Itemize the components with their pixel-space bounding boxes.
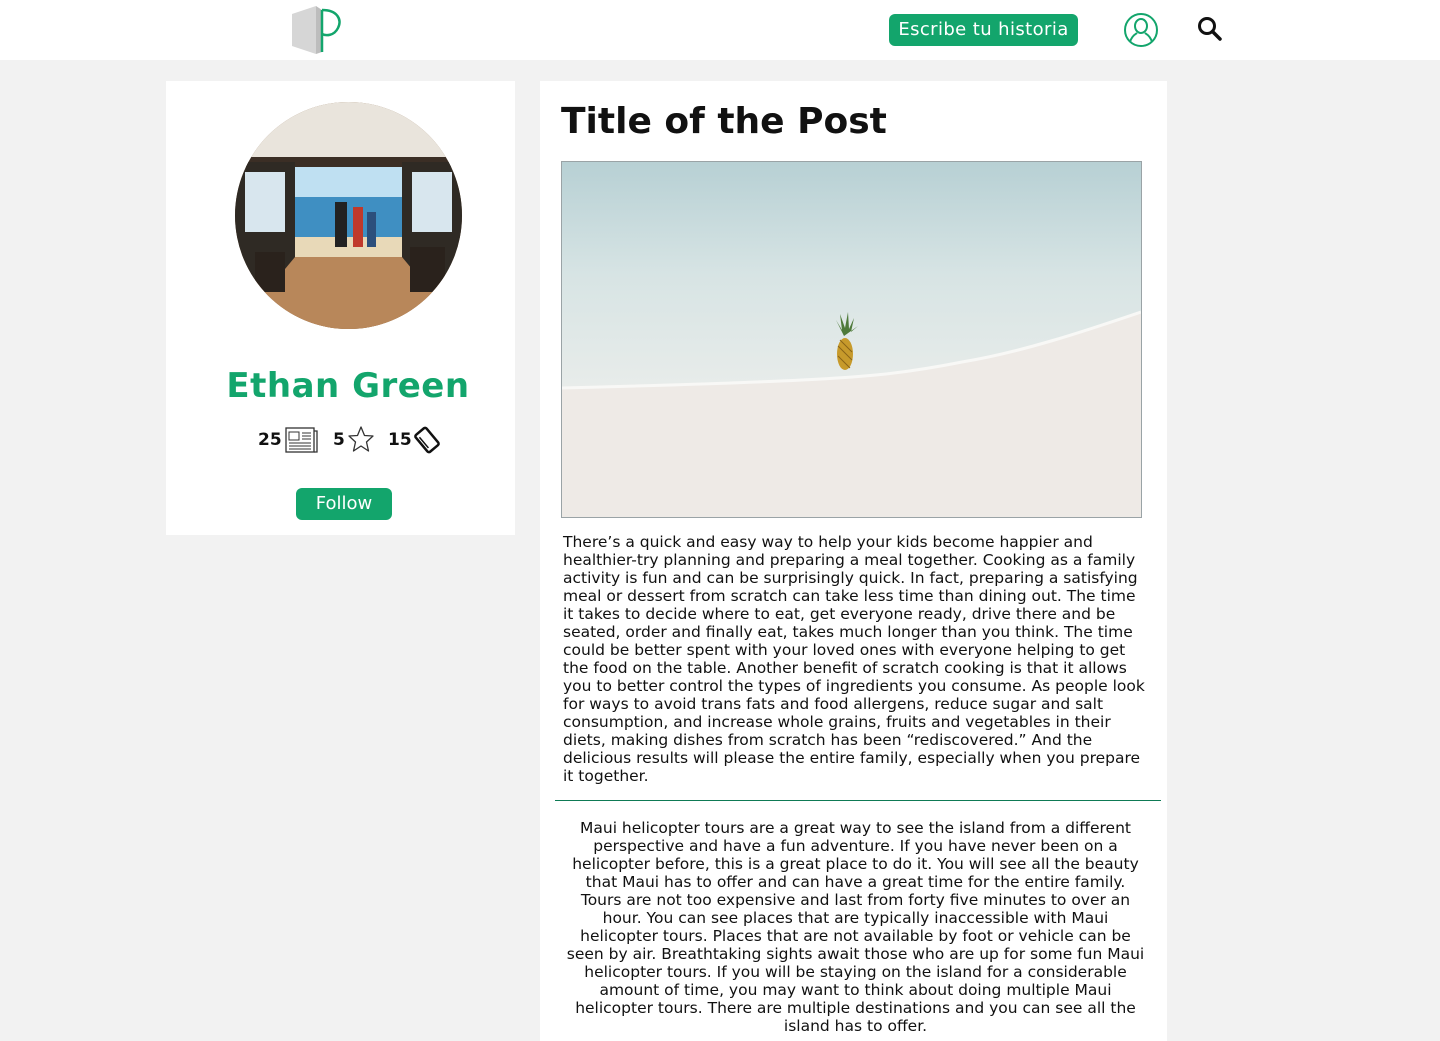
search-icon[interactable] — [1197, 16, 1223, 42]
top-navigation-bar: Escribe tu historia — [0, 0, 1440, 60]
bookmarks-count: 15 — [388, 430, 412, 450]
post-paragraph-1: There’s a quick and easy way to help you… — [563, 533, 1145, 785]
follow-button[interactable]: Follow — [296, 488, 392, 520]
post-card: Title of the Post There’s a quick and ea… — [540, 81, 1167, 1041]
post-title: Title of the Post — [561, 101, 887, 142]
newspaper-icon — [285, 427, 319, 457]
post-image — [561, 161, 1142, 518]
bookmark-icon — [413, 426, 441, 458]
stars-count: 5 — [333, 430, 345, 450]
user-icon[interactable] — [1123, 12, 1159, 48]
profile-stats: 25 5 15 — [258, 424, 458, 454]
divider — [555, 800, 1161, 801]
profile-name: Ethan Green — [226, 366, 470, 406]
star-icon — [347, 425, 375, 457]
posts-count: 25 — [258, 430, 282, 450]
avatar[interactable] — [235, 102, 462, 329]
p-logo-icon[interactable] — [290, 6, 344, 56]
profile-card: Ethan Green 25 5 15 Follow — [166, 81, 515, 535]
post-paragraph-2: Maui helicopter tours are a great way to… — [566, 819, 1145, 1035]
write-story-button[interactable]: Escribe tu historia — [889, 14, 1078, 46]
